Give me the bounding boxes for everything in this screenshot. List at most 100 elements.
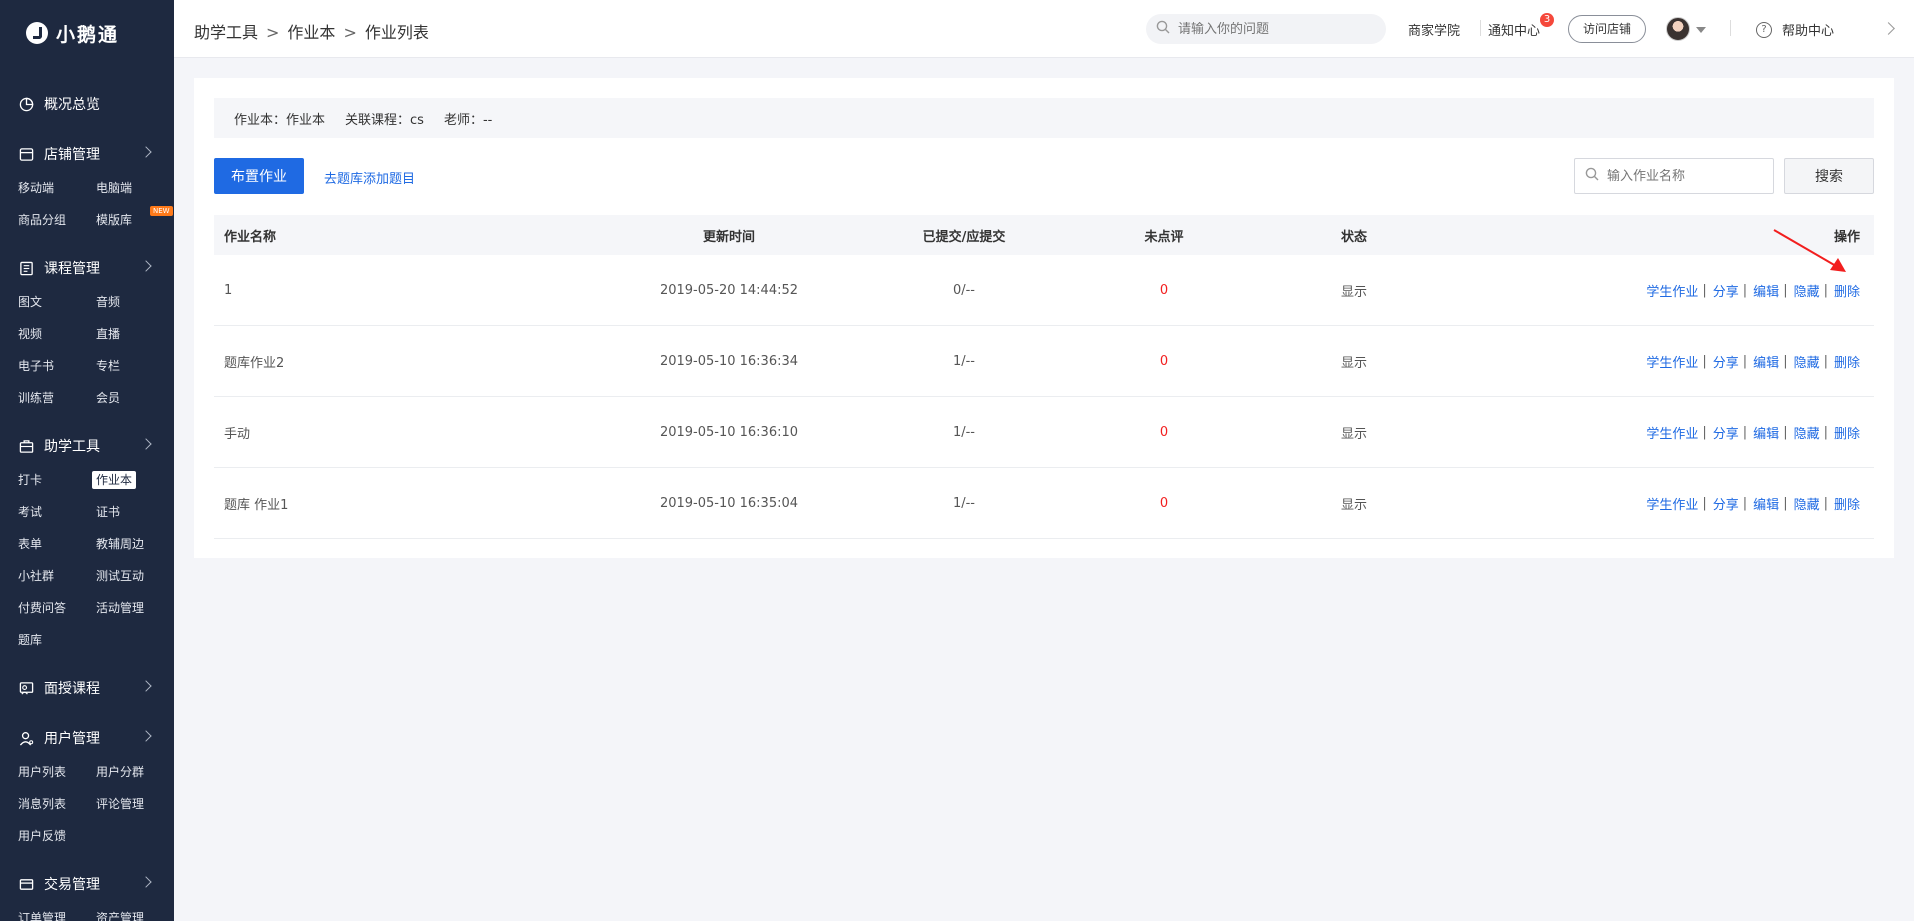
action-link[interactable]: 分享 bbox=[1713, 494, 1739, 513]
sidebar-item[interactable]: 直播 bbox=[96, 318, 174, 350]
column-header-updated-time: 更新时间 bbox=[702, 229, 755, 245]
homework-search-box[interactable] bbox=[1574, 158, 1774, 194]
action-separator: | bbox=[1742, 424, 1748, 440]
breadcrumb: 助学工具 > 作业本 > 作业列表 bbox=[194, 19, 429, 43]
sidebar-item[interactable]: 电子书 bbox=[18, 350, 96, 382]
sidebar-item[interactable]: 评论管理 bbox=[96, 788, 174, 820]
action-separator: | bbox=[1702, 353, 1707, 369]
sidebar-item[interactable]: 音频 bbox=[96, 286, 174, 318]
sidebar-item[interactable]: 付费问答 bbox=[18, 592, 96, 624]
search-button[interactable]: 搜索 bbox=[1784, 158, 1874, 194]
assign-homework-button[interactable]: 布置作业 bbox=[214, 158, 304, 194]
sidebar-item[interactable]: 专栏 bbox=[96, 350, 174, 382]
sidebar-item-overview[interactable]: 概况总览 bbox=[0, 86, 174, 122]
sidebar-section-header[interactable]: 面授课程 bbox=[0, 670, 174, 706]
chevron-right-icon[interactable] bbox=[1882, 22, 1895, 35]
sidebar-item[interactable]: 题库 bbox=[18, 624, 96, 656]
notification-count-badge: 3 bbox=[1540, 13, 1554, 27]
help-center-link[interactable]: ? 帮助中心 bbox=[1756, 20, 1834, 39]
store-icon bbox=[18, 146, 34, 162]
action-link[interactable]: 删除 bbox=[1834, 494, 1860, 513]
sidebar-item[interactable]: 用户分群 bbox=[96, 756, 174, 788]
sidebar-item-label: 测试互动 bbox=[96, 569, 145, 583]
help-search-box[interactable] bbox=[1146, 14, 1386, 44]
action-link[interactable]: 编辑 bbox=[1753, 494, 1779, 513]
action-link[interactable]: 隐藏 bbox=[1794, 352, 1820, 371]
sidebar-item[interactable]: 考试 bbox=[18, 496, 96, 528]
sidebar-item[interactable]: 会员 bbox=[96, 382, 174, 414]
action-link[interactable]: 编辑 bbox=[1753, 281, 1779, 300]
classroom-icon bbox=[18, 680, 34, 696]
action-link[interactable]: 删除 bbox=[1834, 423, 1860, 442]
action-link[interactable]: 删除 bbox=[1834, 352, 1860, 371]
user-icon bbox=[18, 730, 34, 746]
action-link[interactable]: 学生作业 bbox=[1646, 281, 1698, 300]
action-separator: | bbox=[1783, 353, 1788, 369]
sidebar-item[interactable]: 表单 bbox=[18, 528, 96, 560]
action-link[interactable]: 分享 bbox=[1713, 423, 1739, 442]
sidebar-item[interactable]: 图文 bbox=[18, 286, 96, 318]
unreviewed-count: 0 bbox=[1159, 353, 1169, 369]
visit-store-button[interactable]: 访问店铺 bbox=[1568, 15, 1647, 43]
row-actions: 学生作业 | 分享 | 编辑 | 隐藏 | 删除 bbox=[1646, 326, 1860, 396]
action-link[interactable]: 删除 bbox=[1834, 281, 1860, 300]
sidebar-item-label: 图文 bbox=[18, 295, 43, 309]
action-separator: | bbox=[1742, 353, 1748, 369]
sidebar-item[interactable]: 消息列表 bbox=[18, 788, 96, 820]
sidebar-item[interactable]: 证书 bbox=[96, 496, 174, 528]
sidebar-item[interactable]: 电脑端 bbox=[96, 172, 174, 204]
sidebar-item[interactable]: 小社群 bbox=[18, 560, 96, 592]
sidebar-item[interactable]: 测试互动 bbox=[96, 560, 174, 592]
help-center-label: 帮助中心 bbox=[1782, 24, 1835, 39]
action-link[interactable]: 隐藏 bbox=[1794, 494, 1820, 513]
caret-down-icon[interactable] bbox=[1696, 27, 1706, 33]
submitted-count: 1/-- bbox=[952, 495, 976, 511]
sidebar-item[interactable]: 商品分组 bbox=[18, 204, 96, 236]
sidebar-item[interactable]: 资产管理 bbox=[96, 902, 174, 921]
action-link[interactable]: 分享 bbox=[1713, 281, 1739, 300]
action-link[interactable]: 学生作业 bbox=[1646, 352, 1698, 371]
sidebar-item[interactable]: 活动管理 bbox=[96, 592, 174, 624]
sidebar-item[interactable]: 训练营 bbox=[18, 382, 96, 414]
avatar[interactable] bbox=[1666, 17, 1690, 41]
sidebar-item[interactable]: 视频 bbox=[18, 318, 96, 350]
action-link[interactable]: 分享 bbox=[1713, 352, 1739, 371]
notification-center-link[interactable]: 通知中心 bbox=[1488, 20, 1540, 39]
sidebar-section-header[interactable]: 课程管理 bbox=[0, 250, 174, 286]
action-link[interactable]: 学生作业 bbox=[1646, 423, 1698, 442]
sidebar-item[interactable]: 作业本 bbox=[92, 464, 174, 496]
merchant-academy-link[interactable]: 商家学院 bbox=[1408, 20, 1460, 39]
sidebar-item-label: 音频 bbox=[96, 295, 121, 309]
sidebar-section: 课程管理图文 音频 视频 直播 电子书 专栏 训练营 会员 bbox=[0, 250, 174, 414]
sidebar-item[interactable]: 模版库 NEW bbox=[96, 204, 174, 236]
add-from-question-bank-link[interactable]: 去题库添加题目 bbox=[324, 168, 415, 187]
sidebar-item[interactable]: 移动端 bbox=[18, 172, 96, 204]
sidebar-item[interactable]: 教辅周边 bbox=[96, 528, 174, 560]
sidebar-section-header[interactable]: 交易管理 bbox=[0, 866, 174, 902]
sidebar-item-label: 移动端 bbox=[18, 181, 55, 195]
sidebar-section: 交易管理 订单管理 资产管理 bbox=[0, 866, 174, 921]
sidebar-section-header[interactable]: 用户管理 bbox=[0, 720, 174, 756]
action-link[interactable]: 隐藏 bbox=[1794, 423, 1820, 442]
action-link[interactable]: 学生作业 bbox=[1646, 494, 1698, 513]
brand-logo[interactable]: 小鹅通 bbox=[0, 0, 174, 66]
search-icon bbox=[1156, 20, 1170, 38]
sidebar-item[interactable]: 用户列表 bbox=[18, 756, 96, 788]
action-link[interactable]: 编辑 bbox=[1753, 423, 1779, 442]
sidebar-item[interactable]: 打卡 bbox=[18, 464, 96, 496]
table-header-row: 作业名称 更新时间 已提交/应提交 未点评 状态 操作 bbox=[214, 215, 1874, 255]
action-link[interactable]: 隐藏 bbox=[1794, 281, 1820, 300]
sidebar-item[interactable]: 用户反馈 bbox=[18, 820, 96, 852]
action-link[interactable]: 编辑 bbox=[1753, 352, 1779, 371]
breadcrumb-item[interactable]: 助学工具 bbox=[194, 23, 258, 42]
search-icon bbox=[1585, 167, 1599, 185]
sidebar-section-header[interactable]: 店铺管理 bbox=[0, 136, 174, 172]
sidebar-item[interactable]: 订单管理 bbox=[18, 902, 96, 921]
help-search-input[interactable] bbox=[1178, 21, 1368, 37]
sidebar-section: 面授课程 bbox=[0, 670, 174, 706]
submitted-count: 1/-- bbox=[952, 353, 976, 369]
homework-search-input[interactable] bbox=[1607, 168, 1767, 184]
sidebar-section-header[interactable]: 助学工具 bbox=[0, 428, 174, 464]
sidebar-submenu: 用户列表 用户分群 消息列表 评论管理 用户反馈 bbox=[0, 756, 174, 852]
breadcrumb-item[interactable]: 作业本 bbox=[287, 23, 335, 42]
